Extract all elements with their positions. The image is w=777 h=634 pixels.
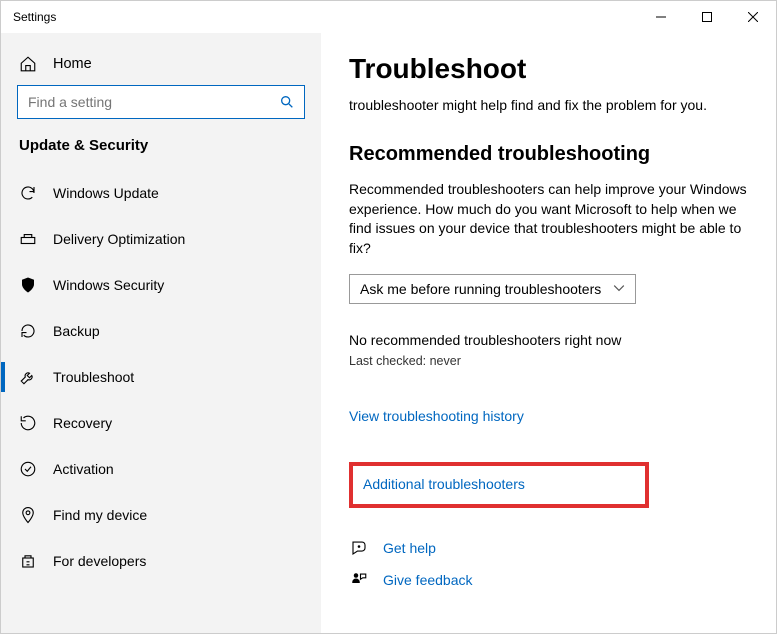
get-help-link[interactable]: Get help (383, 540, 436, 556)
recommended-heading: Recommended troubleshooting (349, 143, 748, 166)
home-icon (19, 55, 37, 73)
sync-icon (19, 184, 37, 202)
location-icon (19, 506, 37, 524)
nav-label: For developers (53, 553, 146, 569)
titlebar: Settings (1, 1, 776, 33)
nav-label: Troubleshoot (53, 369, 134, 385)
give-feedback-row[interactable]: Give feedback (349, 570, 748, 590)
get-help-icon (349, 538, 369, 558)
nav-label: Find my device (53, 507, 147, 523)
highlight-annotation: Additional troubleshooters (349, 462, 649, 508)
nav-windows-update[interactable]: Windows Update (1, 170, 321, 216)
nav-backup[interactable]: Backup (1, 308, 321, 354)
no-recommended-text: No recommended troubleshooters right now (349, 332, 748, 348)
backup-icon (19, 322, 37, 340)
section-title: Update & Security (1, 137, 321, 170)
content-area: Troubleshoot troubleshooter might help f… (321, 33, 776, 633)
home-nav[interactable]: Home (1, 43, 321, 85)
nav-label: Windows Update (53, 185, 159, 201)
nav-windows-security[interactable]: Windows Security (1, 262, 321, 308)
nav-activation[interactable]: Activation (1, 446, 321, 492)
nav-label: Delivery Optimization (53, 231, 185, 247)
search-icon (270, 94, 304, 110)
nav-troubleshoot[interactable]: Troubleshoot (1, 354, 321, 400)
feedback-icon (349, 570, 369, 590)
additional-troubleshooters-link[interactable]: Additional troubleshooters (363, 476, 525, 492)
shield-icon (19, 276, 37, 294)
recommended-paragraph: Recommended troubleshooters can help imp… (349, 180, 748, 258)
nav-label: Backup (53, 323, 100, 339)
nav-label: Activation (53, 461, 114, 477)
troubleshoot-preference-dropdown[interactable]: Ask me before running troubleshooters (349, 274, 636, 304)
settings-window: Settings Home (0, 0, 777, 634)
dropdown-value: Ask me before running troubleshooters (360, 281, 601, 297)
window-title: Settings (13, 10, 56, 24)
nav-label: Recovery (53, 415, 112, 431)
search-box[interactable] (17, 85, 305, 119)
recovery-icon (19, 414, 37, 432)
home-label: Home (53, 56, 92, 72)
wrench-icon (19, 368, 37, 386)
minimize-button[interactable] (638, 1, 684, 33)
delivery-icon (19, 230, 37, 248)
page-heading: Troubleshoot (349, 53, 748, 85)
sidebar: Home Update & Security Windows Update (1, 33, 321, 633)
lead-text: troubleshooter might help find and fix t… (349, 97, 748, 113)
nav-find-my-device[interactable]: Find my device (1, 492, 321, 538)
history-link[interactable]: View troubleshooting history (349, 408, 524, 424)
give-feedback-link[interactable]: Give feedback (383, 572, 473, 588)
nav-for-developers[interactable]: For developers (1, 538, 321, 584)
close-button[interactable] (730, 1, 776, 33)
nav-label: Windows Security (53, 277, 164, 293)
get-help-row[interactable]: Get help (349, 538, 748, 558)
nav-delivery-optimization[interactable]: Delivery Optimization (1, 216, 321, 262)
last-checked-text: Last checked: never (349, 354, 748, 368)
search-input[interactable] (18, 94, 270, 110)
chevron-down-icon (613, 284, 625, 295)
nav-recovery[interactable]: Recovery (1, 400, 321, 446)
check-circle-icon (19, 460, 37, 478)
developer-icon (19, 552, 37, 570)
maximize-button[interactable] (684, 1, 730, 33)
